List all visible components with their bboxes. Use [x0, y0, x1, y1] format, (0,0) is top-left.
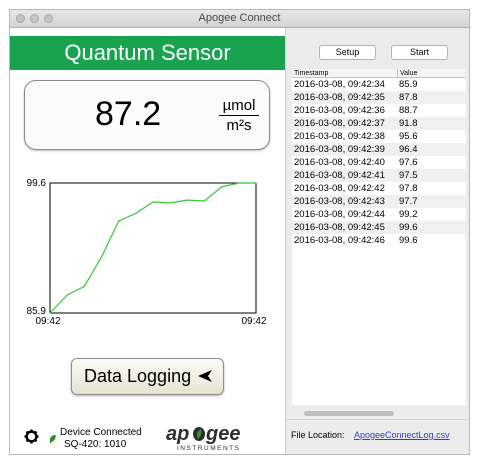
- data-point: [118, 220, 120, 222]
- table-row[interactable]: 2016-03-08, 09:42:37 91.8: [292, 117, 466, 130]
- data-point: [221, 186, 223, 188]
- svg-text:gee: gee: [205, 423, 240, 445]
- data-point: [238, 182, 240, 184]
- table-row[interactable]: 2016-03-08, 09:42:42 97.8: [292, 182, 466, 195]
- table-row[interactable]: 2016-03-08, 09:42:43 97.7: [292, 195, 466, 208]
- data-point: [83, 285, 85, 287]
- start-button[interactable]: Start: [391, 45, 448, 60]
- log-table: Timestamp Value 2016-03-08, 09:42:34 85.9…: [292, 69, 466, 405]
- cell-value: 96.4: [399, 144, 418, 155]
- log-panel: Setup Start Timestamp Value 2016-03-08, …: [285, 28, 469, 454]
- cell-value: 97.5: [399, 170, 418, 181]
- table-body: 2016-03-08, 09:42:34 85.9 2016-03-08, 09:4…: [292, 78, 466, 247]
- unit-denominator: m²s: [226, 117, 252, 134]
- cell-value: 91.8: [399, 118, 418, 129]
- data-point: [186, 199, 188, 201]
- unit-numerator: µmol: [219, 97, 259, 116]
- svg-text:ap: ap: [166, 423, 189, 445]
- sensor-title: Quantum Sensor: [10, 36, 285, 70]
- table-row[interactable]: 2016-03-08, 09:42:40 97.6: [292, 156, 466, 169]
- data-logging-button[interactable]: Data Logging: [71, 358, 224, 395]
- arrow-left-icon: [198, 370, 212, 382]
- svg-text:INSTRUMENTS: INSTRUMENTS: [177, 445, 240, 452]
- cell-value: 99.6: [399, 222, 418, 233]
- reading-display: 87.2 µmol m²s: [24, 80, 270, 150]
- data-point: [255, 182, 257, 184]
- cell-timestamp: 2016-03-08, 09:42:43: [294, 196, 385, 207]
- table-row[interactable]: 2016-03-08, 09:42:38 95.6: [292, 130, 466, 143]
- cell-value: 99.2: [399, 209, 418, 220]
- app-window: Apogee Connect Quantum Sensor 87.2 µmol …: [9, 9, 470, 455]
- table-row[interactable]: 2016-03-08, 09:42:35 87.8: [292, 91, 466, 104]
- reading-value: 87.2: [95, 95, 162, 133]
- cell-value: 99.6: [399, 235, 418, 246]
- cell-value: 85.9: [399, 79, 418, 90]
- table-row[interactable]: 2016-03-08, 09:42:36 88.7: [292, 104, 466, 117]
- table-row[interactable]: 2016-03-08, 09:42:46 99.6: [292, 234, 466, 247]
- cell-timestamp: 2016-03-08, 09:42:41: [294, 170, 385, 181]
- cell-timestamp: 2016-03-08, 09:42:39: [294, 144, 385, 155]
- reading-chart: 99.6 85.9 09:42 09:42: [27, 178, 267, 327]
- data-point: [49, 312, 51, 314]
- device-status: Device Connected: [60, 427, 142, 438]
- file-location-link[interactable]: ApogeeConnectLog.csv: [354, 430, 450, 440]
- cell-value: 88.7: [399, 105, 418, 116]
- column-header-timestamp[interactable]: Timestamp: [294, 69, 328, 78]
- cell-value: 97.6: [399, 157, 418, 168]
- table-row[interactable]: 2016-03-08, 09:42:34 85.9: [292, 78, 466, 91]
- cell-value: 97.7: [399, 196, 418, 207]
- data-point: [100, 256, 103, 258]
- horizontal-scrollbar[interactable]: [292, 408, 466, 418]
- table-row[interactable]: 2016-03-08, 09:42:41 97.5: [292, 169, 466, 182]
- cell-timestamp: 2016-03-08, 09:42:46: [294, 235, 385, 246]
- cell-timestamp: 2016-03-08, 09:42:36: [294, 105, 385, 116]
- table-header: Timestamp Value: [292, 69, 466, 78]
- cell-timestamp: 2016-03-08, 09:42:38: [294, 131, 385, 142]
- cell-timestamp: 2016-03-08, 09:42:35: [294, 92, 385, 103]
- setup-button[interactable]: Setup: [319, 45, 376, 60]
- table-row[interactable]: 2016-03-08, 09:42:44 99.2: [292, 208, 466, 221]
- cell-timestamp: 2016-03-08, 09:42:42: [294, 183, 385, 194]
- table-row[interactable]: 2016-03-08, 09:42:39 96.4: [292, 143, 466, 156]
- cell-value: 97.8: [399, 183, 418, 194]
- cell-timestamp: 2016-03-08, 09:42:40: [294, 157, 385, 168]
- cell-value: 87.8: [399, 92, 418, 103]
- apogee-logo: ap gee INSTRUMENTS: [166, 423, 240, 452]
- x-tick-end: 09:42: [241, 316, 266, 327]
- file-location-label: File Location:: [291, 430, 345, 440]
- column-header-value[interactable]: Value: [400, 69, 417, 78]
- cell-value: 95.6: [399, 131, 418, 142]
- y-tick-max: 99.6: [27, 178, 47, 189]
- table-row[interactable]: 2016-03-08, 09:42:45 99.6: [292, 221, 466, 234]
- gear-icon[interactable]: [24, 429, 39, 444]
- reading-unit: µmol m²s: [219, 97, 259, 134]
- data-logging-label: Data Logging: [84, 366, 192, 386]
- data-point: [66, 294, 68, 296]
- cell-timestamp: 2016-03-08, 09:42:34: [294, 79, 385, 90]
- data-point: [135, 212, 137, 214]
- sensor-panel: Quantum Sensor 87.2 µmol m²s 99.6 85.9 0…: [10, 28, 285, 454]
- device-model: SQ-420: 1010: [64, 439, 127, 450]
- data-point: [169, 202, 171, 204]
- cell-timestamp: 2016-03-08, 09:42:37: [294, 118, 385, 129]
- cell-timestamp: 2016-03-08, 09:42:45: [294, 222, 385, 233]
- data-point: [203, 200, 206, 202]
- cell-timestamp: 2016-03-08, 09:42:44: [294, 209, 385, 220]
- window-title: Apogee Connect: [198, 12, 281, 24]
- title-bar[interactable]: Apogee Connect: [10, 10, 469, 28]
- data-point: [152, 201, 154, 203]
- x-tick-start: 09:42: [35, 316, 60, 327]
- scrollbar-thumb[interactable]: [304, 411, 394, 416]
- leaf-icon: [49, 434, 56, 444]
